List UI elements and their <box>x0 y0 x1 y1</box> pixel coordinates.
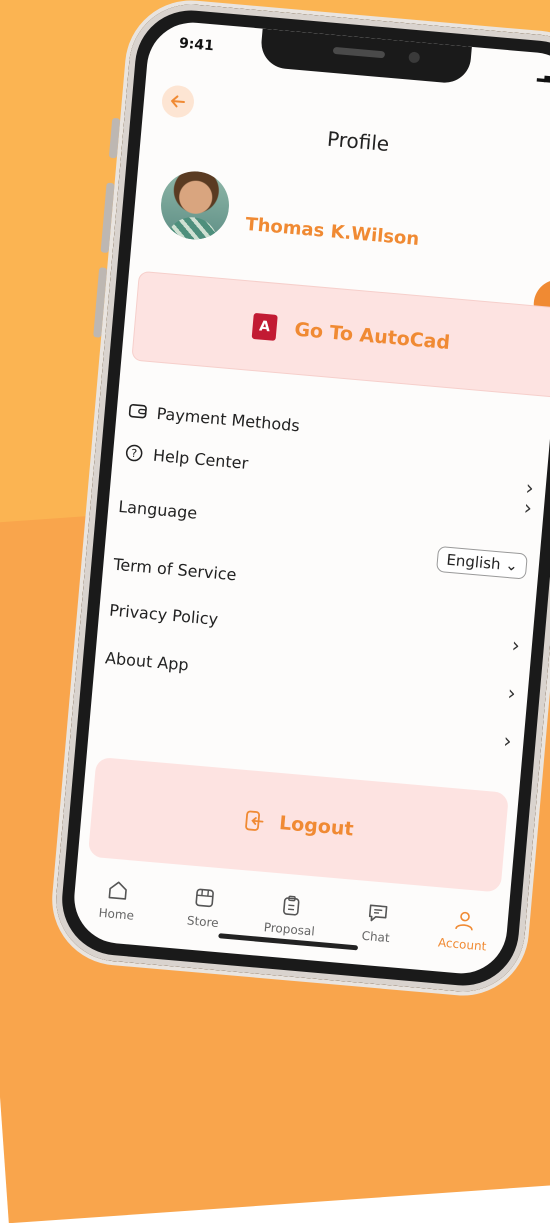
chevron-right-icon: › <box>502 728 513 753</box>
avatar <box>158 168 232 243</box>
autocad-logo-icon: A <box>251 312 278 341</box>
language-label: Language <box>117 496 199 523</box>
profile-name: Thomas K.Wilson <box>244 213 421 251</box>
chat-icon <box>368 904 388 922</box>
app-screen: 9:41 ▂▄▆ Profile Thomas K.Wilson A Go To… <box>70 18 550 978</box>
tab-proposal[interactable]: Proposal <box>251 891 327 967</box>
chevron-right-icon: › <box>506 680 517 706</box>
help-icon: ? <box>122 443 145 463</box>
svg-text:?: ? <box>131 447 138 460</box>
signal-icon: ▂▄▆ <box>536 68 550 84</box>
privacy-label: Privacy Policy <box>108 600 219 629</box>
chevron-right-icon: › <box>522 495 533 520</box>
go-to-autocad-button[interactable]: A Go To AutoCad <box>131 270 550 399</box>
tab-home[interactable]: Home <box>78 876 154 952</box>
clipboard-icon <box>283 895 300 916</box>
chevron-down-icon: ⌄ <box>504 555 519 575</box>
terms-label: Term of Service <box>112 554 238 584</box>
page-title: Profile <box>326 126 391 157</box>
store-icon <box>195 888 215 908</box>
payment-methods-label: Payment Methods <box>155 403 301 435</box>
logout-label: Logout <box>278 812 355 841</box>
phone-mockup: 9:41 ▂▄▆ Profile Thomas K.Wilson A Go To… <box>46 0 550 1001</box>
logout-button[interactable]: Logout <box>87 756 509 893</box>
autocad-label: Go To AutoCad <box>293 318 451 355</box>
about-label: About App <box>104 647 190 675</box>
arrow-left-icon <box>171 95 185 108</box>
home-icon <box>108 881 128 900</box>
tab-account[interactable]: Account <box>424 907 500 978</box>
help-center-label: Help Center <box>152 445 250 473</box>
status-time: 9:41 <box>178 35 215 55</box>
tab-chat[interactable]: Chat <box>338 899 414 975</box>
user-icon <box>454 911 473 931</box>
chevron-right-icon: › <box>510 632 521 658</box>
logout-icon <box>244 810 264 831</box>
wallet-icon <box>126 403 149 419</box>
tab-store[interactable]: Store <box>165 884 241 960</box>
